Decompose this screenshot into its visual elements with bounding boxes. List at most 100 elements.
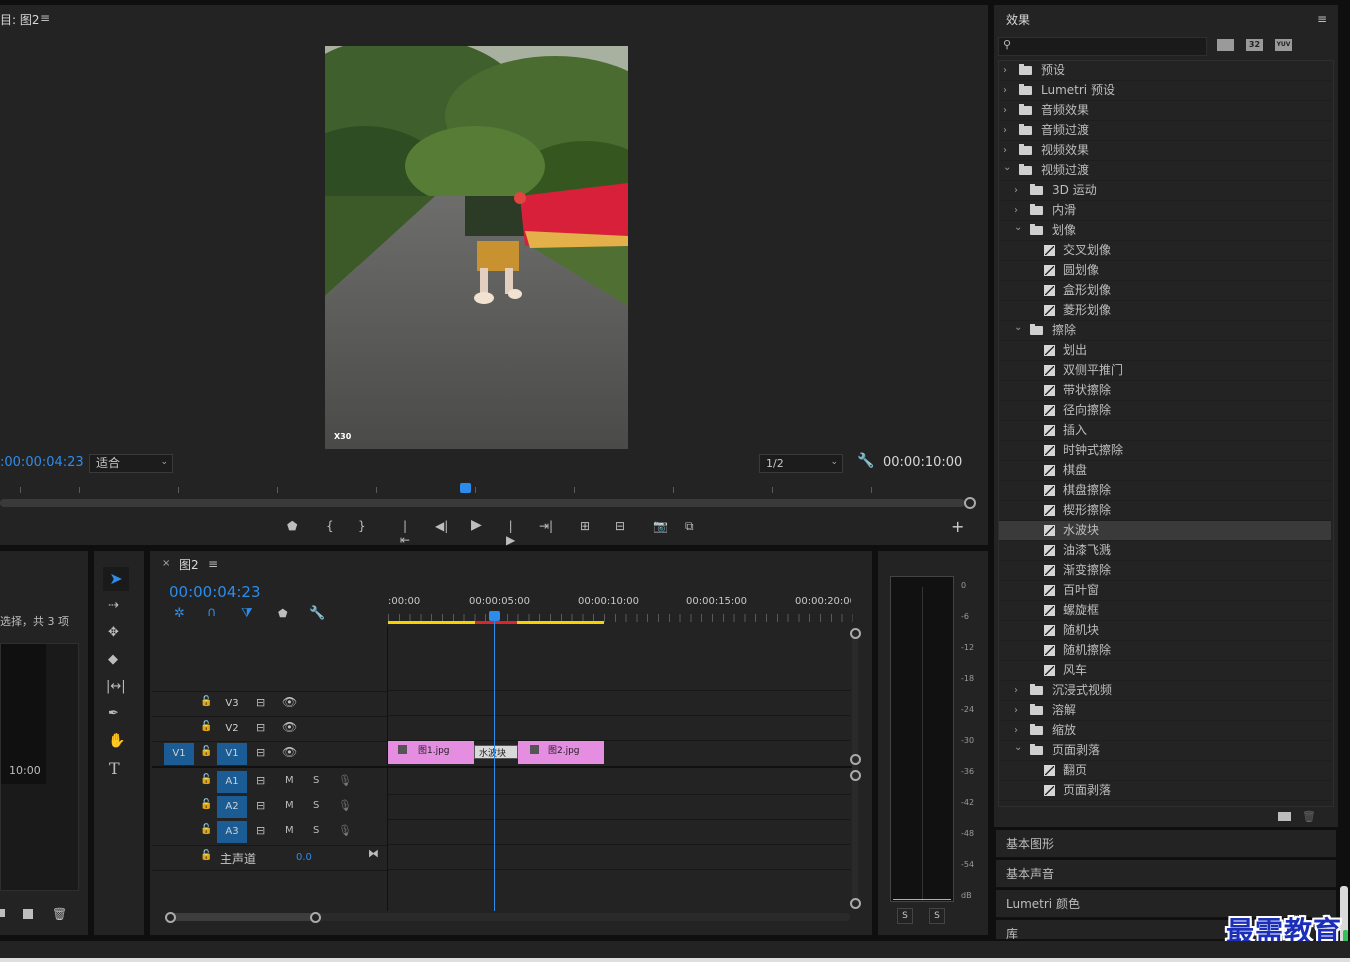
effects-tree-item[interactable]: 带状擦除 xyxy=(999,381,1331,401)
add-marker-icon[interactable]: ⬟ xyxy=(287,519,297,533)
solo-right-button[interactable]: S xyxy=(929,908,945,924)
lock-icon[interactable]: 🔓 xyxy=(200,799,212,810)
chevron-right-icon[interactable]: › xyxy=(1003,81,1007,100)
chevron-down-icon[interactable]: ⌄ xyxy=(1014,218,1022,237)
effects-tree-item[interactable]: › 沉浸式视频 xyxy=(999,681,1331,701)
section-essential-sound[interactable]: 基本声音 xyxy=(996,860,1336,888)
zoom-scrollbar[interactable] xyxy=(0,499,965,507)
timeline-timecode[interactable]: 00:00:04:23 xyxy=(169,583,261,601)
effects-tree-item[interactable]: ⌄ 页面剥落 xyxy=(999,741,1331,761)
hscroll-thumb[interactable] xyxy=(170,913,315,921)
effects-tree-item[interactable]: › 溶解 xyxy=(999,701,1331,721)
effects-tree-item[interactable]: › 音频效果 xyxy=(999,101,1331,121)
eye-icon[interactable]: 👁 xyxy=(282,695,297,709)
effects-tree-item[interactable]: 盒形划像 xyxy=(999,281,1331,301)
chevron-down-icon[interactable]: ⌄ xyxy=(1014,318,1022,337)
solo-left-button[interactable]: S xyxy=(897,908,913,924)
chevron-down-icon[interactable]: ⌄ xyxy=(1003,158,1011,177)
lock-icon[interactable]: 🔓 xyxy=(200,696,212,707)
eye-icon[interactable]: 👁 xyxy=(282,745,297,759)
vscroll-handle-bottom[interactable] xyxy=(850,898,861,909)
effects-search-field[interactable]: ⚲ xyxy=(998,37,1207,56)
effects-tree-item[interactable]: › 预设 xyxy=(999,61,1331,81)
eye-icon[interactable]: 👁 xyxy=(282,720,297,734)
chevron-right-icon[interactable]: › xyxy=(1003,121,1007,140)
chevron-right-icon[interactable]: › xyxy=(1014,701,1018,720)
effects-tree-item[interactable]: ⌄ 划像 xyxy=(999,221,1331,241)
wrench-icon[interactable]: 🔧 xyxy=(857,453,874,469)
lock-icon[interactable]: 🔓 xyxy=(200,774,212,785)
chevron-right-icon[interactable]: › xyxy=(1003,101,1007,120)
linked-selection-icon[interactable]: ⧩ xyxy=(241,606,253,621)
play-icon[interactable]: ▶ xyxy=(471,517,482,533)
sync-lock-icon[interactable]: ⊟ xyxy=(256,774,265,787)
effects-tree-item[interactable]: 插入 xyxy=(999,421,1331,441)
lock-icon[interactable]: 🔓 xyxy=(200,824,212,835)
ripple-edit-tool-icon[interactable]: ✥ xyxy=(108,625,119,640)
timeline-settings-icon[interactable]: 🔧 xyxy=(309,606,325,621)
step-forward-icon[interactable]: |▶ xyxy=(506,519,515,547)
track-name[interactable]: V1 xyxy=(217,743,247,765)
track-name[interactable]: A2 xyxy=(217,796,247,818)
effects-tree-item[interactable]: 双侧平推门 xyxy=(999,361,1331,381)
program-timecode[interactable]: :00:00:04:23 xyxy=(0,455,84,470)
effects-tree-item[interactable]: 时钟式擦除 xyxy=(999,441,1331,461)
sync-lock-icon[interactable]: ⊟ xyxy=(256,746,265,759)
type-tool-icon[interactable]: T xyxy=(109,759,120,778)
program-monitor-title[interactable]: 目: 图2 xyxy=(0,11,40,28)
hscroll-handle-right[interactable] xyxy=(310,912,321,923)
effects-tree-item[interactable]: › Lumetri 预设 xyxy=(999,81,1331,101)
accelerated-effects-icon[interactable] xyxy=(1217,39,1234,51)
close-tab-icon[interactable]: × xyxy=(162,558,170,569)
snap-icon[interactable]: ∩ xyxy=(207,605,217,620)
delete-custom-item-icon[interactable]: 🗑 xyxy=(1302,810,1316,823)
effects-tree-item[interactable]: 随机擦除 xyxy=(999,641,1331,661)
effects-tree-item[interactable]: 楔形擦除 xyxy=(999,501,1331,521)
section-essential-graphics[interactable]: 基本图形 xyxy=(996,830,1336,858)
mute-button[interactable]: M xyxy=(285,825,294,836)
track-name[interactable]: A3 xyxy=(217,821,247,843)
effects-tree-item[interactable]: 翻页 xyxy=(999,761,1331,781)
source-patch[interactable]: V1 xyxy=(164,743,194,765)
pen-tool-icon[interactable]: ✒ xyxy=(108,706,119,721)
effects-tree-item[interactable]: ⌄ 视频过渡 xyxy=(999,161,1331,181)
mark-in-icon[interactable]: { xyxy=(326,519,334,533)
sync-lock-icon[interactable]: ⊟ xyxy=(256,824,265,837)
new-custom-bin-icon[interactable] xyxy=(1278,812,1291,821)
solo-button[interactable]: S xyxy=(313,800,319,811)
selection-tool-icon[interactable]: ➤ xyxy=(103,567,129,591)
effects-tree-item[interactable]: 油漆飞溅 xyxy=(999,541,1331,561)
search-input[interactable] xyxy=(1015,38,1204,55)
microphone-icon[interactable]: 🎙 xyxy=(338,824,352,837)
sync-lock-icon[interactable]: ⊟ xyxy=(256,721,265,734)
step-back-icon[interactable]: ◀| xyxy=(435,519,448,533)
effects-menu-icon[interactable]: ≡ xyxy=(1317,12,1327,26)
track-name[interactable]: V3 xyxy=(217,693,247,715)
effects-tree-item[interactable]: 随机块 xyxy=(999,621,1331,641)
track-name[interactable]: A1 xyxy=(217,771,247,793)
effects-tree-item[interactable]: 页面剥落 xyxy=(999,781,1331,801)
clip-image-1[interactable]: 图1.jpg xyxy=(388,741,474,764)
effects-tree-item[interactable]: 渐变擦除 xyxy=(999,561,1331,581)
effects-tree-item[interactable]: › 内滑 xyxy=(999,201,1331,221)
track-name[interactable]: V2 xyxy=(217,718,247,740)
scroll-handle-right[interactable] xyxy=(964,497,976,509)
chevron-down-icon[interactable]: ⌄ xyxy=(1014,738,1022,757)
effects-tree-item[interactable]: › 3D 运动 xyxy=(999,181,1331,201)
razor-tool-icon[interactable]: ◆ xyxy=(108,652,118,667)
mark-out-icon[interactable]: } xyxy=(358,519,366,533)
vscroll-handle-mid[interactable] xyxy=(850,754,861,765)
chevron-right-icon[interactable]: › xyxy=(1014,181,1018,200)
export-frame-icon[interactable]: 📷 xyxy=(653,519,668,533)
effects-tree-item[interactable]: › 音频过渡 xyxy=(999,121,1331,141)
effects-tree-item[interactable]: 圆划像 xyxy=(999,261,1331,281)
comparison-view-icon[interactable]: ⧉ xyxy=(685,519,694,534)
new-item-icon[interactable] xyxy=(23,909,33,919)
solo-button[interactable]: S xyxy=(313,825,319,836)
go-to-out-icon[interactable]: ⇥| xyxy=(539,519,553,533)
vscroll-handle-mid2[interactable] xyxy=(850,770,861,781)
microphone-icon[interactable]: 🎙 xyxy=(338,799,352,812)
go-to-next-icon[interactable]: ⧓ xyxy=(368,847,379,860)
program-time-ruler[interactable] xyxy=(0,483,970,495)
chevron-right-icon[interactable]: › xyxy=(1003,61,1007,80)
